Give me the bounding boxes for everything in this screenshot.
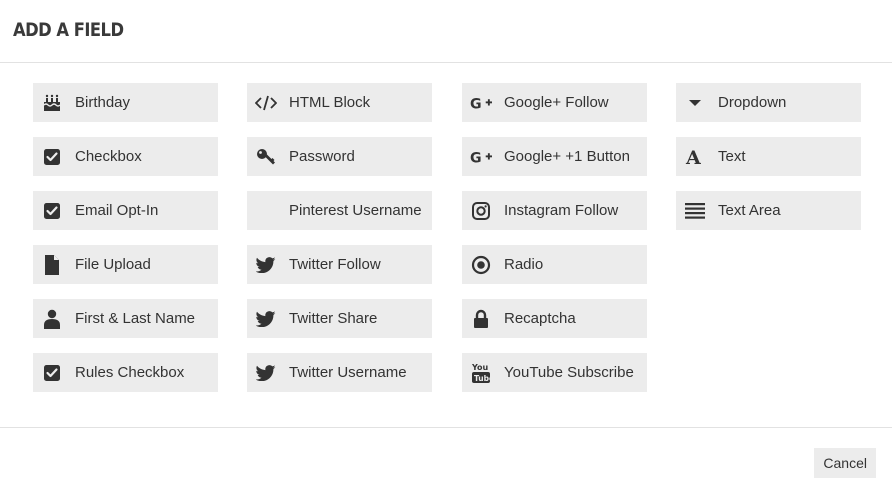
empty-icon bbox=[255, 200, 277, 221]
font-icon: A bbox=[684, 146, 706, 167]
align-justify-icon bbox=[684, 200, 706, 221]
field-button-label: Twitter Username bbox=[289, 364, 407, 381]
field-button-rules-checkbox[interactable]: Rules Checkbox bbox=[33, 353, 218, 392]
google-plus-icon: G bbox=[470, 146, 492, 167]
field-button-html-block[interactable]: HTML Block bbox=[247, 83, 432, 122]
dialog-footer: Cancel bbox=[0, 427, 892, 496]
field-button-label: File Upload bbox=[75, 256, 151, 273]
dialog-title: ADD A FIELD bbox=[13, 19, 124, 41]
field-button-label: Recaptcha bbox=[504, 310, 576, 327]
checkbox-icon bbox=[41, 200, 63, 221]
cancel-button[interactable]: Cancel bbox=[814, 448, 876, 478]
field-button-text[interactable]: A Text bbox=[676, 137, 861, 176]
field-button-label: Radio bbox=[504, 256, 544, 273]
field-button-dropdown[interactable]: Dropdown bbox=[676, 83, 861, 122]
field-button-birthday[interactable]: Birthday bbox=[33, 83, 218, 122]
field-button-label: Pinterest Username bbox=[289, 202, 422, 219]
field-button-googleplus-follow[interactable]: G Google+ Follow bbox=[462, 83, 647, 122]
field-button-label: Twitter Follow bbox=[289, 256, 381, 273]
svg-text:G: G bbox=[470, 150, 482, 166]
code-icon bbox=[255, 92, 277, 113]
youtube-icon: You Tube bbox=[470, 362, 492, 383]
field-button-password[interactable]: Password bbox=[247, 137, 432, 176]
field-button-pinterest-username[interactable]: Pinterest Username bbox=[247, 191, 432, 230]
field-button-youtube-subscribe[interactable]: You Tube YouTube Subscribe bbox=[462, 353, 647, 392]
field-button-label: Google+ Follow bbox=[504, 94, 609, 111]
field-button-radio[interactable]: Radio bbox=[462, 245, 647, 284]
instagram-icon bbox=[470, 200, 492, 221]
field-button-label: First & Last Name bbox=[75, 310, 196, 327]
twitter-icon bbox=[255, 362, 277, 383]
lock-icon bbox=[470, 308, 492, 329]
field-button-label: Text bbox=[718, 148, 746, 165]
field-button-file-upload[interactable]: File Upload bbox=[33, 245, 218, 284]
field-button-label: Google+ +1 Button bbox=[504, 148, 630, 165]
field-column-4: Dropdown A Text Text Area bbox=[676, 83, 861, 245]
svg-text:A: A bbox=[685, 148, 701, 166]
user-icon bbox=[41, 308, 63, 329]
twitter-icon bbox=[255, 308, 277, 329]
field-button-label: YouTube Subscribe bbox=[504, 364, 634, 381]
field-button-label: Checkbox bbox=[75, 148, 142, 165]
field-column-2: HTML Block Password Pinterest Username Twit… bbox=[247, 83, 432, 407]
field-button-label: Instagram Follow bbox=[504, 202, 619, 219]
google-plus-icon: G bbox=[470, 92, 492, 113]
field-button-label: HTML Block bbox=[289, 94, 371, 111]
field-column-1: Birthday Checkbox Email Opt-In File Upload F… bbox=[33, 83, 218, 407]
field-button-first-and-last-name[interactable]: First & Last Name bbox=[33, 299, 218, 338]
field-button-label: Email Opt-In bbox=[75, 202, 159, 219]
field-button-twitter-follow[interactable]: Twitter Follow bbox=[247, 245, 432, 284]
field-button-label: Twitter Share bbox=[289, 310, 378, 327]
field-grid: Birthday Checkbox Email Opt-In File Upload F… bbox=[33, 83, 863, 393]
field-button-label: Dropdown bbox=[718, 94, 787, 111]
field-button-text-area[interactable]: Text Area bbox=[676, 191, 861, 230]
field-button-twitter-share[interactable]: Twitter Share bbox=[247, 299, 432, 338]
svg-text:You: You bbox=[471, 363, 489, 372]
field-button-recaptcha[interactable]: Recaptcha bbox=[462, 299, 647, 338]
field-button-googleplus-plus1-button[interactable]: G Google+ +1 Button bbox=[462, 137, 647, 176]
field-button-label: Rules Checkbox bbox=[75, 364, 185, 381]
radio-icon bbox=[470, 254, 492, 275]
birthday-cake-icon bbox=[41, 92, 63, 113]
checkbox-icon bbox=[41, 146, 63, 167]
field-button-instagram-follow[interactable]: Instagram Follow bbox=[462, 191, 647, 230]
field-button-label: Password bbox=[289, 148, 355, 165]
field-button-twitter-username[interactable]: Twitter Username bbox=[247, 353, 432, 392]
dialog-header: ADD A FIELD bbox=[0, 0, 892, 63]
file-icon bbox=[41, 254, 63, 275]
checkbox-icon bbox=[41, 362, 63, 383]
field-button-label: Text Area bbox=[718, 202, 781, 219]
field-button-email-opt-in[interactable]: Email Opt-In bbox=[33, 191, 218, 230]
svg-text:Tube: Tube bbox=[474, 374, 491, 383]
svg-text:G: G bbox=[470, 96, 482, 112]
key-icon bbox=[255, 146, 277, 167]
field-column-3: G Google+ Follow G Google+ +1 Button Instagr… bbox=[462, 83, 647, 407]
field-button-checkbox[interactable]: Checkbox bbox=[33, 137, 218, 176]
caret-down-icon bbox=[684, 92, 706, 113]
field-button-label: Birthday bbox=[75, 94, 131, 111]
twitter-icon bbox=[255, 254, 277, 275]
